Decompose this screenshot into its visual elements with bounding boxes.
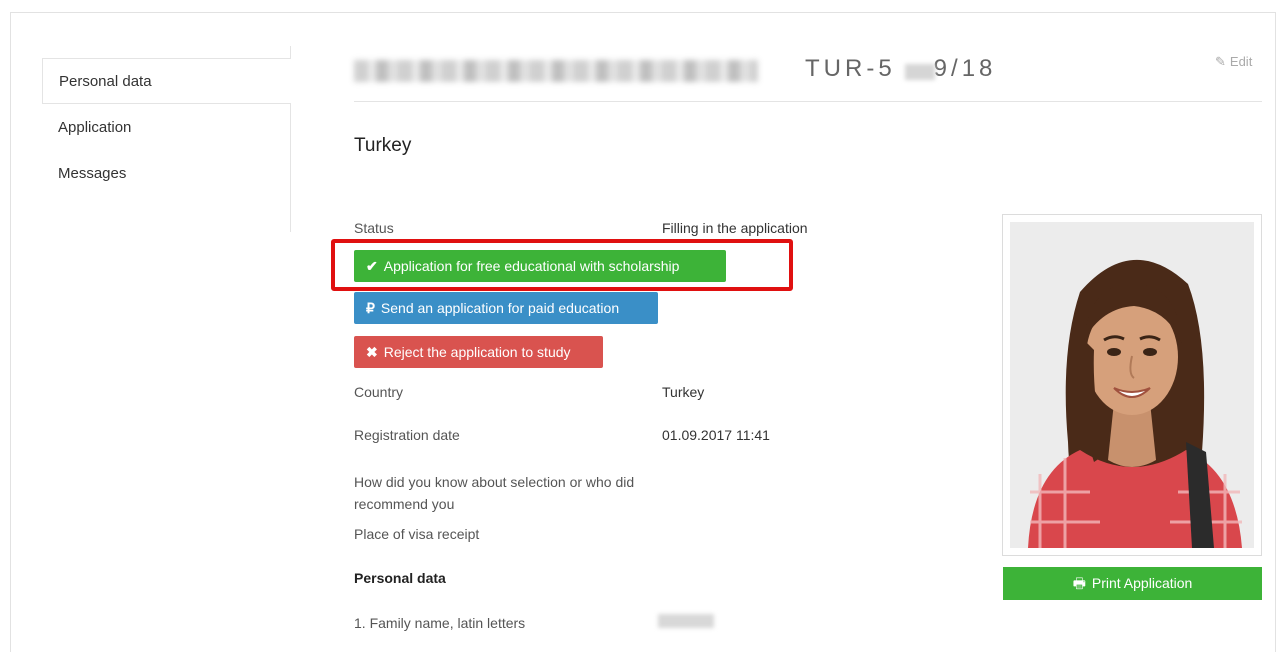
- header-divider: [354, 101, 1262, 102]
- sidebar-item-application[interactable]: Application: [42, 118, 290, 138]
- pencil-icon: ✎: [1215, 54, 1226, 69]
- ruble-icon: ₽: [366, 300, 375, 316]
- country-title: Turkey: [354, 135, 412, 156]
- sidebar: Personal data Application Messages: [42, 46, 291, 232]
- status-label: Status: [354, 220, 394, 236]
- country-value: Turkey: [662, 384, 705, 400]
- sidebar-item-personal-data[interactable]: Personal data: [42, 58, 291, 104]
- registration-date-label: Registration date: [354, 427, 460, 443]
- country-label: Country: [354, 384, 404, 400]
- applicant-photo: [1010, 222, 1254, 548]
- print-icon: 🖶: [1072, 575, 1086, 591]
- reference-id: TUR-5 9/18: [805, 55, 996, 83]
- close-icon: ✖: [366, 344, 378, 360]
- sidebar-item-label: Application: [58, 119, 132, 136]
- applicant-name-redacted: [354, 60, 758, 82]
- registration-date-value: 01.09.2017 11:41: [662, 427, 770, 443]
- paid-education-label: Send an application for paid education: [380, 300, 620, 316]
- referral-label: How did you know about selection or who …: [354, 474, 635, 512]
- visa-place-label: Place of visa receipt: [354, 526, 480, 542]
- sidebar-item-label: Messages: [58, 165, 127, 182]
- reject-button[interactable]: ✖ Reject the application to study: [354, 336, 603, 368]
- family-name-label: 1. Family name, latin letters: [354, 615, 526, 631]
- highlight-box: [331, 239, 793, 291]
- edit-button[interactable]: ✎ Edit: [1215, 54, 1252, 70]
- portrait-image: [1010, 222, 1254, 548]
- print-application-label: Print Application: [1091, 575, 1193, 591]
- print-application-button[interactable]: 🖶 Print Application: [1003, 567, 1262, 600]
- sidebar-item-label: Personal data: [59, 73, 152, 90]
- applicant-photo-frame: [1002, 214, 1262, 556]
- personal-data-section-title: Personal data: [354, 570, 446, 586]
- edit-label: Edit: [1229, 54, 1253, 69]
- status-value: Filling in the application: [662, 220, 808, 236]
- family-name-redacted: [658, 614, 714, 628]
- reference-suffix: 9/18: [933, 55, 997, 82]
- reference-redacted: [905, 64, 935, 80]
- sidebar-item-messages[interactable]: Messages: [42, 164, 290, 184]
- reference-prefix: TUR-5: [805, 55, 896, 82]
- reject-label: Reject the application to study: [383, 344, 571, 360]
- paid-education-button[interactable]: ₽ Send an application for paid education: [354, 292, 658, 324]
